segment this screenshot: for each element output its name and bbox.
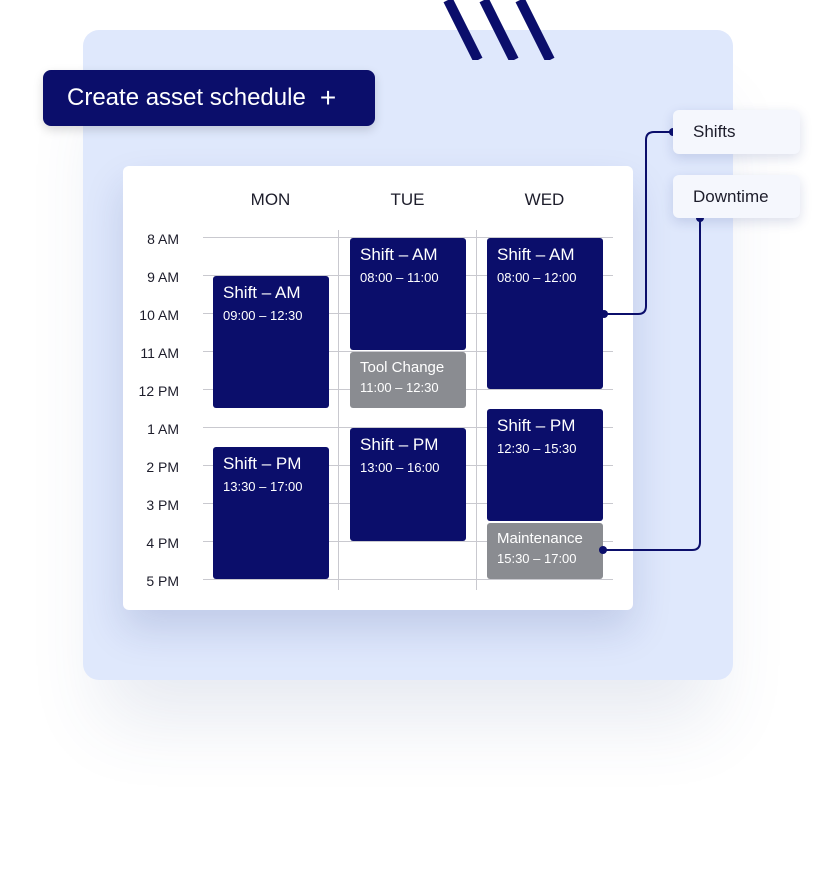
time-label: 2 PM bbox=[146, 459, 179, 475]
event-mon-shift-pm[interactable]: Shift – PM 13:30 – 17:00 bbox=[213, 447, 329, 579]
event-title: Tool Change bbox=[360, 359, 445, 376]
event-tue-shift-pm[interactable]: Shift – PM 13:00 – 16:00 bbox=[350, 428, 466, 541]
event-title: Shift – AM bbox=[360, 245, 438, 264]
legend-shifts-label: Shifts bbox=[693, 122, 736, 141]
time-label: 12 PM bbox=[138, 383, 179, 399]
event-title: Shift – AM bbox=[223, 283, 301, 302]
schedule-calendar: MON TUE WED 8 AM 9 AM 10 AM 11 AM 12 PM … bbox=[123, 166, 633, 610]
event-title: Shift – PM bbox=[223, 454, 302, 473]
legend-shifts[interactable]: Shifts bbox=[673, 110, 800, 154]
time-label: 5 PM bbox=[146, 573, 179, 589]
event-time-range: 13:30 – 17:00 bbox=[223, 479, 303, 494]
time-label: 3 PM bbox=[146, 497, 179, 513]
time-label: 10 AM bbox=[139, 307, 179, 323]
event-tue-tool-change[interactable]: Tool Change 11:00 – 12:30 bbox=[350, 352, 466, 408]
event-mon-shift-am[interactable]: Shift – AM 09:00 – 12:30 bbox=[213, 276, 329, 408]
time-label: 8 AM bbox=[147, 231, 179, 247]
event-time-range: 15:30 – 17:00 bbox=[497, 551, 577, 566]
time-label: 4 PM bbox=[146, 535, 179, 551]
event-time-range: 08:00 – 11:00 bbox=[360, 270, 439, 285]
time-label: 1 AM bbox=[147, 421, 179, 437]
create-button-label: Create asset schedule bbox=[67, 84, 306, 111]
decorative-stripes bbox=[443, 0, 555, 60]
create-asset-schedule-button[interactable]: Create asset schedule + bbox=[43, 70, 375, 126]
event-title: Maintenance bbox=[497, 530, 583, 547]
event-title: Shift – PM bbox=[360, 435, 439, 454]
time-label: 11 AM bbox=[140, 345, 179, 361]
grid-line bbox=[203, 579, 613, 580]
legend-downtime[interactable]: Downtime bbox=[673, 175, 800, 218]
day-header-mon: MON bbox=[250, 190, 291, 209]
day-header-tue: TUE bbox=[390, 190, 425, 209]
event-wed-shift-am[interactable]: Shift – AM 08:00 – 12:00 bbox=[487, 238, 603, 389]
event-time-range: 12:30 – 15:30 bbox=[497, 441, 577, 456]
event-title: Shift – PM bbox=[497, 416, 576, 435]
column-divider bbox=[476, 230, 477, 590]
event-time-range: 11:00 – 12:30 bbox=[360, 380, 439, 395]
legend-downtime-label: Downtime bbox=[693, 186, 769, 206]
event-title: Shift – AM bbox=[497, 245, 575, 264]
event-time-range: 13:00 – 16:00 bbox=[360, 460, 440, 475]
day-header-wed: WED bbox=[524, 190, 565, 209]
event-tue-shift-am[interactable]: Shift – AM 08:00 – 11:00 bbox=[350, 238, 466, 350]
time-label: 9 AM bbox=[147, 269, 179, 285]
event-wed-maintenance[interactable]: Maintenance 15:30 – 17:00 bbox=[487, 523, 603, 579]
event-time-range: 09:00 – 12:30 bbox=[223, 308, 303, 323]
column-divider bbox=[338, 230, 339, 590]
plus-icon: + bbox=[319, 82, 337, 113]
event-time-range: 08:00 – 12:00 bbox=[497, 270, 577, 285]
event-wed-shift-pm[interactable]: Shift – PM 12:30 – 15:30 bbox=[487, 409, 603, 521]
